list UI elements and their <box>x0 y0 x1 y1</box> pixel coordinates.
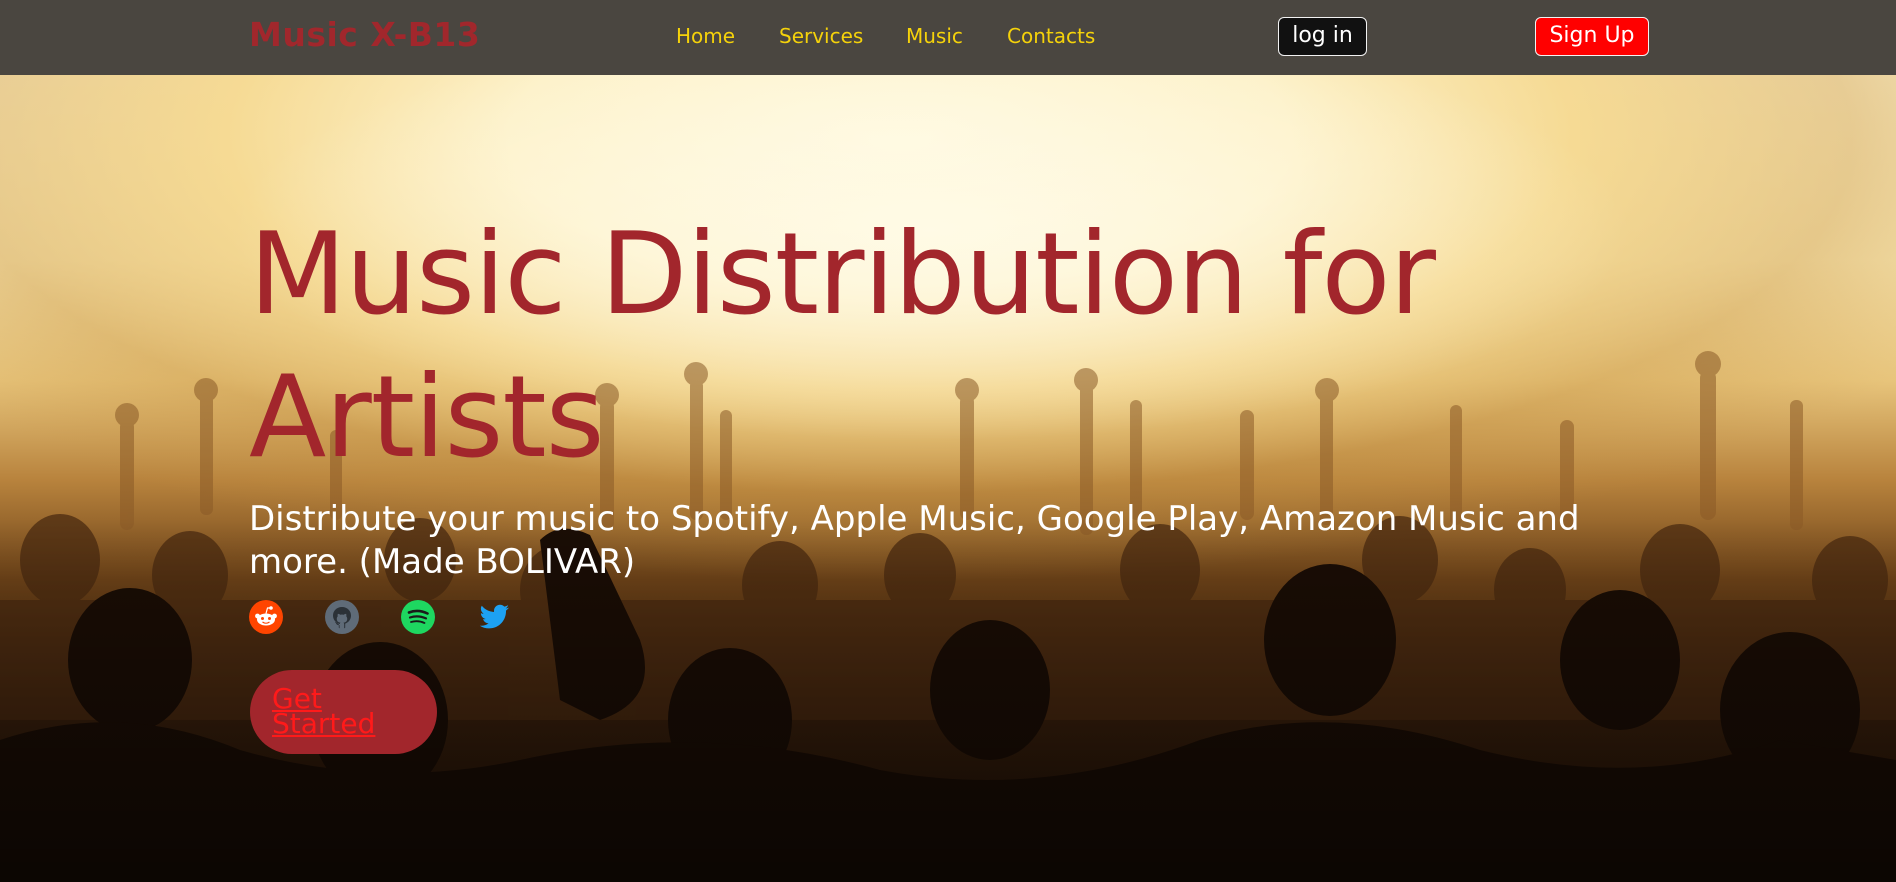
github-icon[interactable] <box>325 600 359 634</box>
reddit-icon[interactable] <box>249 600 283 634</box>
site-logo[interactable]: Music X-B13 <box>249 15 480 54</box>
nav-link-music[interactable]: Music <box>906 24 963 48</box>
hero-title: Music Distribution for Artists <box>249 208 1436 483</box>
login-button[interactable]: log in <box>1278 17 1367 56</box>
hero-subtitle: Distribute your music to Spotify, Apple … <box>249 499 1580 582</box>
get-started-button[interactable]: Get Started <box>250 670 437 754</box>
landing-page: Music X-B13 Home Services Music Contacts… <box>0 0 1896 882</box>
nav-link-services[interactable]: Services <box>779 24 863 48</box>
spotify-icon[interactable] <box>401 600 435 634</box>
nav-link-contacts[interactable]: Contacts <box>1007 24 1095 48</box>
twitter-icon[interactable] <box>477 600 511 634</box>
nav-link-home[interactable]: Home <box>676 24 735 48</box>
get-started-label: Get Started <box>272 682 376 740</box>
signup-button[interactable]: Sign Up <box>1535 17 1649 56</box>
navbar: Music X-B13 Home Services Music Contacts… <box>0 0 1896 75</box>
